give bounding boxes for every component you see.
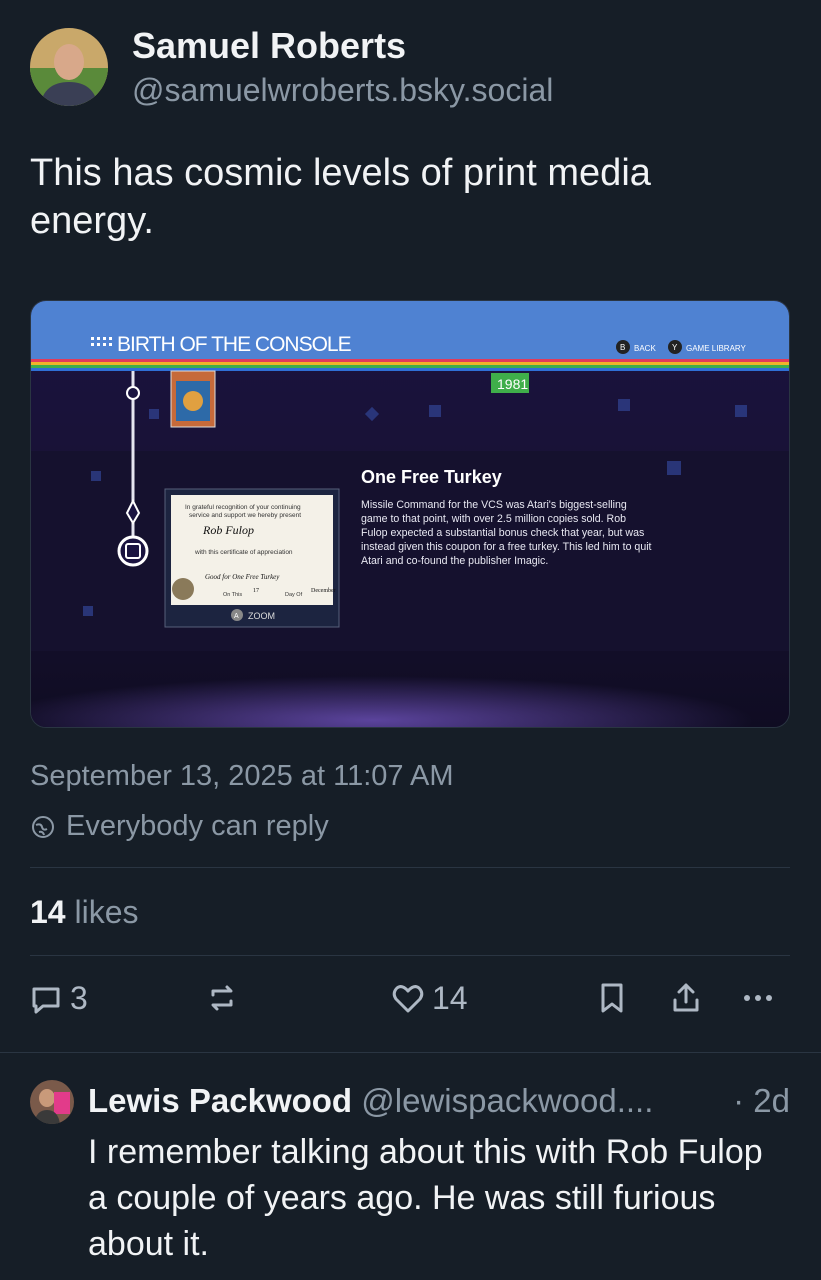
y-button-key: Y [672,343,678,352]
likes-label: likes [74,894,139,930]
reply-setting[interactable]: Everybody can reply [30,810,329,843]
globe-icon [32,815,54,838]
more-icon [744,995,772,1001]
post-text: This has cosmic levels of print media en… [30,152,651,242]
card-body-line: Fulop expected a substantial bonus check… [361,527,644,539]
cert-line-2: service and support we hereby present [189,512,301,519]
reply-header: Lewis Packwood @lewispackwood.... [88,1082,798,1120]
reply-author-name[interactable]: Lewis Packwood [88,1082,352,1119]
reply-setting-label: Everybody can reply [66,810,329,842]
cert-on-this: On This [223,592,242,598]
cert-name: Rob Fulop [202,523,254,537]
reply-author-handle[interactable]: @lewispackwood.... [361,1082,653,1119]
game-library-label: GAME LIBRARY [686,344,747,353]
reply-count: 3 [70,980,88,1016]
card-body-line: game to that point, with over 2.5 millio… [361,513,626,525]
embed-header-title: BIRTH OF THE CONSOLE [117,333,352,356]
cert-offer: Good for One Free Turkey [205,573,280,581]
cert-month: December [311,588,336,594]
card-body-line: Atari and co-found the publisher Imagic. [361,555,548,567]
divider [0,1052,821,1053]
reply-text: I remember talking about this with Rob F… [88,1133,763,1263]
back-label: BACK [634,344,656,353]
avatar[interactable] [30,1080,74,1124]
cert-seal-icon [172,578,194,600]
b-button-key: B [620,343,625,352]
divider [30,955,790,956]
cert-day-of: Day Of [285,592,303,598]
year-label: 1981 [497,376,528,392]
likes-summary[interactable]: 14 likes [30,894,139,931]
reply-button[interactable]: 3 [28,980,88,1017]
heart-icon [392,984,424,1012]
post-author[interactable]: Samuel Roberts @samuelwroberts.bsky.soci… [30,24,553,110]
card-title: One Free Turkey [361,467,502,487]
cert-line-1: In grateful recognition of your continui… [185,504,301,511]
more-options-button[interactable] [740,980,776,1016]
share-icon [673,983,699,1012]
author-handle[interactable]: @samuelwroberts.bsky.social [132,71,553,109]
avatar[interactable] [30,27,108,106]
author-name[interactable]: Samuel Roberts [132,24,553,67]
likes-count: 14 [30,894,66,930]
zoom-label: ZOOM [248,611,275,621]
cert-line-3: with this certificate of appreciation [194,549,293,556]
share-button[interactable] [668,980,704,1016]
timeline-image-node-icon[interactable] [117,535,149,567]
bookmark-button[interactable] [594,980,630,1016]
action-bar: 3 14 [0,980,821,1028]
like-count: 14 [432,980,468,1016]
bookmark-icon [601,983,623,1013]
timeline-node-icon [126,386,140,400]
repost-icon [211,985,233,1011]
a-button-key: A [234,613,239,620]
post-date[interactable]: September 13, 2025 at 11:07 AM [30,760,453,793]
reply-icon [32,987,60,1013]
card-body-line: instead given this coupon for a free tur… [361,541,652,553]
cert-day-num: 17 [253,588,259,594]
embedded-image[interactable]: BIRTH OF THE CONSOLE B BACK Y GAME LIBRA… [30,300,790,728]
reply-time[interactable]: · 2d [733,1082,790,1120]
repost-button[interactable] [204,980,240,1016]
card-body-line: Missile Command for the VCS was Atari's … [361,499,627,511]
divider [30,867,790,868]
like-button[interactable]: 14 [390,980,468,1017]
